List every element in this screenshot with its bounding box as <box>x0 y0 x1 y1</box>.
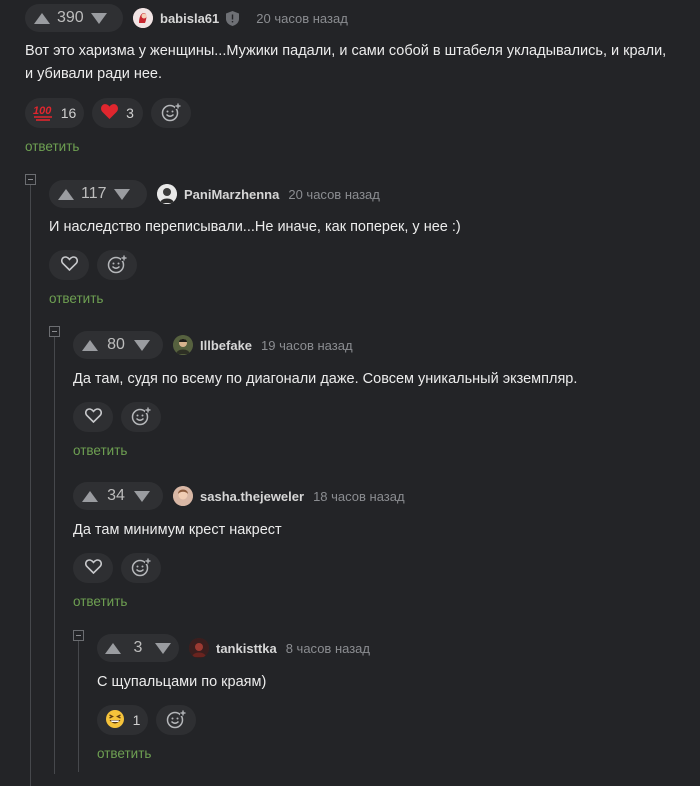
collapse-thread-button[interactable] <box>73 630 84 641</box>
heart-outline-icon <box>84 559 102 577</box>
comment-username[interactable]: Illbefake <box>200 338 252 353</box>
add-emoji-icon <box>131 406 151 429</box>
vote-control: 3 <box>97 634 179 662</box>
comment-timestamp: 20 часов назад <box>288 186 380 202</box>
comment: 34 sasha.thejeweler 18 часов назад <box>73 482 405 510</box>
comment-timestamp: 8 часов назад <box>285 640 370 656</box>
avatar[interactable] <box>173 335 193 355</box>
reaction-bar: 1 <box>97 705 204 735</box>
reaction-bar: 100 16 3 <box>25 98 199 128</box>
comment: 3 tankisttka 8 часов назад <box>97 634 370 662</box>
thread-line <box>30 182 31 786</box>
reaction-bar <box>73 553 169 583</box>
downvote-arrow-icon[interactable] <box>131 482 153 510</box>
comment-score: 34 <box>107 487 125 504</box>
comment-header: 80 Illbefake 19 часов назад <box>73 331 353 359</box>
comment-score: 80 <box>107 336 125 353</box>
heart-outline-icon <box>60 256 78 274</box>
reply-link[interactable]: ответить <box>25 139 79 154</box>
upvote-arrow-icon[interactable] <box>79 482 101 510</box>
reaction-laugh-button[interactable]: 1 <box>97 705 148 735</box>
reaction-count: 1 <box>132 712 141 728</box>
add-reaction-button[interactable] <box>156 705 196 735</box>
downvote-arrow-icon[interactable] <box>111 180 133 208</box>
reaction-count: 3 <box>126 105 134 121</box>
comment-username[interactable]: babisla61 <box>160 11 219 26</box>
upvote-arrow-icon[interactable] <box>55 180 77 208</box>
like-button[interactable] <box>73 402 113 432</box>
comment-username[interactable]: tankisttka <box>216 641 277 656</box>
reaction-heart-button[interactable]: 3 <box>92 98 143 128</box>
comment: 117 PaniMarzhenna 20 часов назад <box>49 180 380 208</box>
thread-line <box>78 638 79 772</box>
hundred-points-icon: 100 <box>33 103 53 124</box>
reaction-hundred-button[interactable]: 100 16 <box>25 98 84 128</box>
downvote-arrow-icon[interactable] <box>88 4 110 32</box>
comment-username[interactable]: sasha.thejeweler <box>200 489 304 504</box>
comment-text: И наследство переписывали...Не иначе, ка… <box>49 219 461 235</box>
vote-control: 390 <box>25 4 123 32</box>
avatar[interactable] <box>133 8 153 28</box>
comment-text: С щупальцами по краям) <box>97 674 267 690</box>
comment-text: Да там минимум крест накрест <box>73 522 282 538</box>
avatar[interactable] <box>157 184 177 204</box>
add-emoji-icon <box>166 709 186 732</box>
comment-timestamp: 18 часов назад <box>313 488 405 504</box>
downvote-arrow-icon[interactable] <box>153 634 173 662</box>
reaction-count: 16 <box>60 105 77 121</box>
add-reaction-button[interactable] <box>97 250 137 280</box>
vote-control: 34 <box>73 482 163 510</box>
comment: 390 babisla61 20 часов назад <box>25 4 348 32</box>
comment-header: 390 babisla61 20 часов назад <box>25 4 348 32</box>
like-button[interactable] <box>73 553 113 583</box>
upvote-arrow-icon[interactable] <box>79 331 101 359</box>
add-emoji-icon <box>161 102 181 125</box>
comment-score: 390 <box>57 9 84 26</box>
downvote-arrow-icon[interactable] <box>131 331 153 359</box>
comment-timestamp: 19 часов назад <box>261 337 353 353</box>
vote-control: 80 <box>73 331 163 359</box>
red-heart-icon <box>101 104 119 122</box>
upvote-arrow-icon[interactable] <box>103 634 123 662</box>
grinning-squinting-face-icon <box>105 709 125 732</box>
heart-outline-icon <box>84 408 102 426</box>
like-button[interactable] <box>49 250 89 280</box>
reply-link[interactable]: ответить <box>49 291 103 306</box>
reaction-bar <box>73 402 169 432</box>
comment-header: 3 tankisttka 8 часов назад <box>97 634 370 662</box>
comment-text: Да там, судя по всему по диагонали даже.… <box>73 371 578 387</box>
add-reaction-button[interactable] <box>151 98 191 128</box>
svg-text:100: 100 <box>33 105 52 117</box>
reply-link[interactable]: ответить <box>73 594 127 609</box>
comment: 80 Illbefake 19 часов назад <box>73 331 353 359</box>
comment-username[interactable]: PaniMarzhenna <box>184 187 279 202</box>
add-emoji-icon <box>131 557 151 580</box>
comment-score: 117 <box>81 185 107 202</box>
vote-control: 117 <box>49 180 147 208</box>
reply-link[interactable]: ответить <box>73 443 127 458</box>
reply-link[interactable]: ответить <box>97 746 151 761</box>
comment-header: 34 sasha.thejeweler 18 часов назад <box>73 482 405 510</box>
comment-text: Вот это харизма у женщины...Мужики падал… <box>25 43 667 82</box>
collapse-thread-button[interactable] <box>49 326 60 337</box>
collapse-thread-button[interactable] <box>25 174 36 185</box>
comment-score: 3 <box>133 639 143 656</box>
comment-header: 117 PaniMarzhenna 20 часов назад <box>49 180 380 208</box>
add-emoji-icon <box>107 254 127 277</box>
shield-badge-icon <box>226 10 240 26</box>
comment-timestamp: 20 часов назад <box>256 10 348 26</box>
avatar[interactable] <box>173 486 193 506</box>
avatar[interactable] <box>189 638 209 658</box>
thread-line <box>54 334 55 774</box>
upvote-arrow-icon[interactable] <box>31 4 53 32</box>
add-reaction-button[interactable] <box>121 402 161 432</box>
add-reaction-button[interactable] <box>121 553 161 583</box>
reaction-bar <box>49 250 145 280</box>
